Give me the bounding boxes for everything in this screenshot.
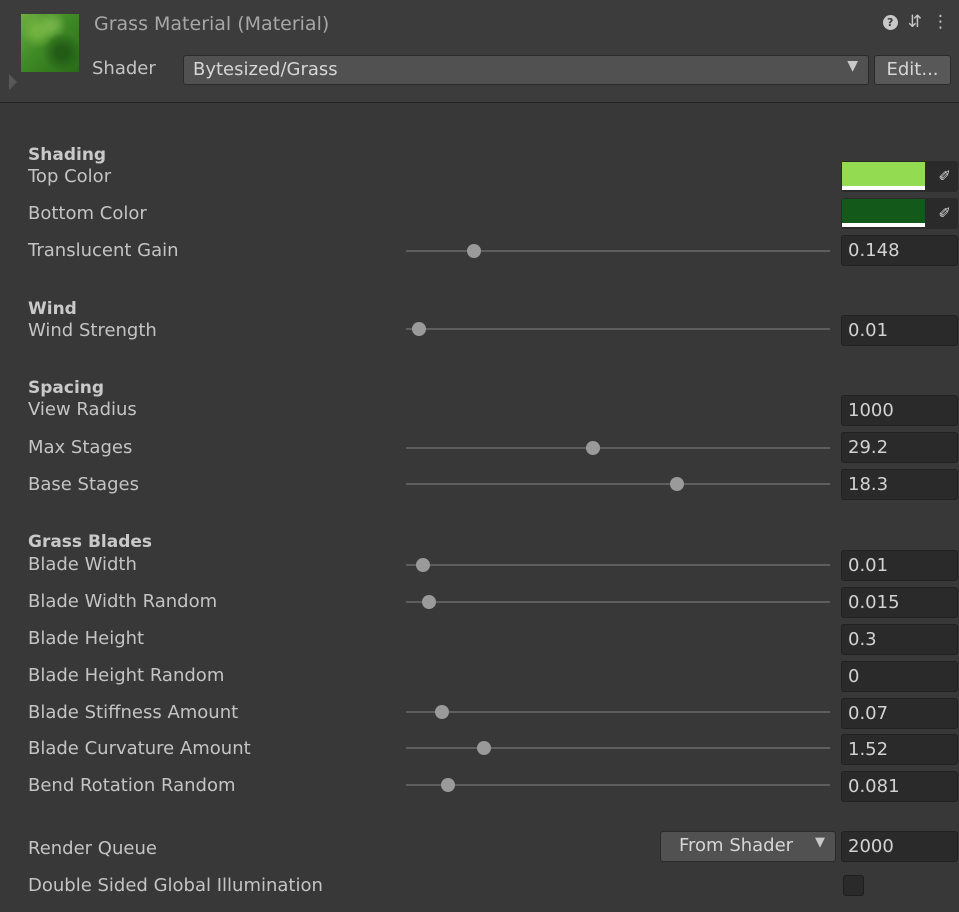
dropdown-arrow-icon: ▼ (815, 835, 825, 850)
material-preview-thumbnail[interactable] (21, 14, 79, 72)
slider-thumb[interactable] (415, 558, 430, 572)
base-stages-slider[interactable] (406, 477, 830, 491)
bottom-color-field[interactable]: ✐ (841, 198, 958, 229)
slider-track (406, 747, 830, 749)
slider-track (406, 483, 830, 485)
slider-thumb[interactable] (477, 741, 492, 755)
double-sided-gi-label: Double Sided Global Illumination (28, 875, 323, 896)
blade-curvature-slider[interactable] (406, 741, 830, 755)
blade-width-label: Blade Width (28, 554, 137, 575)
bottom-color-label: Bottom Color (28, 203, 147, 224)
render-queue-field[interactable]: 2000 (841, 831, 958, 862)
slider-thumb[interactable] (441, 778, 456, 792)
top-color-swatch[interactable] (842, 162, 925, 186)
slider-thumb[interactable] (466, 244, 481, 258)
blade-stiffness-label: Blade Stiffness Amount (28, 702, 239, 723)
blade-height-random-field[interactable]: 0 (841, 661, 958, 692)
blade-width-random-slider[interactable] (406, 595, 830, 609)
blade-width-slider[interactable] (406, 558, 830, 572)
translucent-gain-slider[interactable] (406, 244, 830, 258)
section-spacing: Spacing (28, 378, 105, 398)
material-title: Grass Material (Material) (94, 13, 330, 35)
render-queue-mode: From Shader (679, 835, 794, 856)
wind-strength-field[interactable]: 0.01 (841, 315, 958, 346)
header-icons: ? ⇵ ⋮ (882, 14, 949, 31)
eyedropper-icon[interactable]: ✐ (938, 204, 951, 222)
slider-track (406, 447, 830, 449)
view-radius-label: View Radius (28, 399, 137, 420)
base-stages-label: Base Stages (28, 474, 139, 495)
dropdown-arrow-icon: ▼ (847, 58, 858, 74)
top-color-alpha-bar (842, 186, 925, 190)
section-grass-blades: Grass Blades (28, 532, 153, 552)
bend-rotation-slider[interactable] (406, 778, 830, 792)
slider-track (406, 784, 830, 786)
blade-curvature-label: Blade Curvature Amount (28, 738, 251, 759)
render-queue-label: Render Queue (28, 838, 157, 859)
edit-shader-button[interactable]: Edit... (874, 55, 951, 85)
slider-thumb[interactable] (435, 705, 450, 719)
translucent-gain-label: Translucent Gain (28, 240, 179, 261)
section-wind: Wind (28, 299, 77, 319)
max-stages-field[interactable]: 29.2 (841, 432, 958, 463)
slider-thumb[interactable] (670, 477, 685, 491)
base-stages-field[interactable]: 18.3 (841, 469, 958, 500)
bottom-color-swatch[interactable] (842, 199, 925, 223)
render-queue-dropdown[interactable]: From Shader ▼ (660, 831, 836, 862)
header-divider (0, 102, 959, 103)
section-shading: Shading (28, 145, 107, 165)
eyedropper-icon[interactable]: ✐ (938, 167, 951, 185)
slider-thumb[interactable] (585, 441, 600, 455)
shader-dropdown-value: Bytesized/Grass (193, 59, 338, 80)
blade-height-field[interactable]: 0.3 (841, 624, 958, 655)
material-header: Grass Material (Material) ? ⇵ ⋮ Shader B… (0, 0, 959, 103)
slider-track (406, 711, 830, 713)
shader-dropdown[interactable]: Bytesized/Grass ▼ (183, 55, 869, 85)
double-sided-gi-checkbox[interactable] (843, 875, 864, 896)
help-icon[interactable]: ? (882, 14, 898, 30)
top-color-field[interactable]: ✐ (841, 161, 958, 192)
blade-height-label: Blade Height (28, 628, 145, 649)
foldout-arrow-icon[interactable] (9, 74, 17, 90)
slider-track (406, 328, 830, 330)
bend-rotation-label: Bend Rotation Random (28, 775, 236, 796)
blade-width-random-label: Blade Width Random (28, 591, 218, 612)
blade-curvature-field[interactable]: 1.52 (841, 734, 958, 765)
blade-stiffness-slider[interactable] (406, 705, 830, 719)
max-stages-label: Max Stages (28, 437, 133, 458)
slider-thumb[interactable] (422, 595, 437, 609)
shader-label: Shader (92, 58, 156, 79)
translucent-gain-field[interactable]: 0.148 (841, 235, 958, 266)
blade-width-field[interactable]: 0.01 (841, 550, 958, 581)
slider-track (406, 601, 830, 603)
bottom-color-alpha-bar (842, 223, 925, 227)
max-stages-slider[interactable] (406, 441, 830, 455)
wind-strength-slider[interactable] (406, 322, 830, 336)
top-color-label: Top Color (28, 166, 112, 187)
slider-track (406, 564, 830, 566)
context-menu-icon[interactable]: ⋮ (932, 14, 949, 31)
presets-icon[interactable]: ⇵ (908, 14, 922, 31)
slider-thumb[interactable] (411, 322, 426, 336)
blade-stiffness-field[interactable]: 0.07 (841, 698, 958, 729)
view-radius-field[interactable]: 1000 (841, 395, 958, 426)
bend-rotation-field[interactable]: 0.081 (841, 771, 958, 802)
wind-strength-label: Wind Strength (28, 320, 157, 341)
blade-height-random-label: Blade Height Random (28, 665, 225, 686)
blade-width-random-field[interactable]: 0.015 (841, 587, 958, 618)
